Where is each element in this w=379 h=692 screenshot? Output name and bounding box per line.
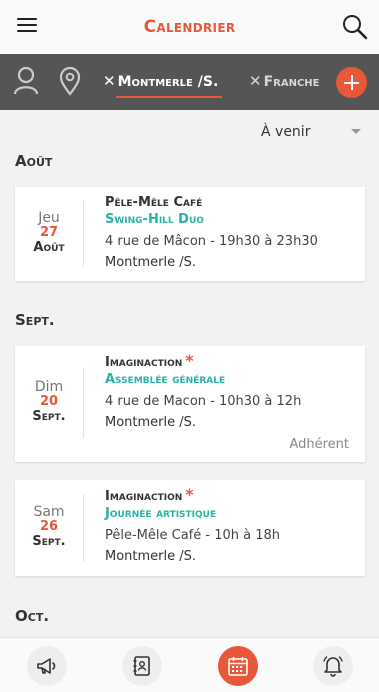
event-date: Sam 26 Sept.: [15, 504, 83, 550]
nav-announcements-button[interactable]: [27, 646, 67, 686]
event-info: Pêle-Mêle Café Swing-Hill Duo 4 rue de M…: [105, 194, 355, 271]
add-filter-button[interactable]: [336, 67, 367, 98]
search-icon[interactable]: [341, 13, 369, 41]
app-root: Calendrier ✕ Montmerle /S. ✕ Franche À ven…: [0, 0, 379, 692]
event-month: Sept.: [32, 534, 66, 549]
member-only-marker: *: [185, 485, 194, 504]
nav-calendar-button[interactable]: [218, 646, 258, 686]
user-icon[interactable]: [12, 66, 40, 96]
event-organizer: Imaginaction *: [105, 485, 355, 505]
calendar-icon: [228, 657, 248, 676]
event-weekday: Jeu: [38, 210, 60, 226]
filter-bar: ✕ Montmerle /S. ✕ Franche: [0, 54, 379, 110]
event-city: Montmerle /S.: [105, 255, 197, 270]
member-badge: Adhérent: [289, 437, 349, 452]
event-address: 4 rue de Mâcon - 19h30 à 23h30: [105, 234, 318, 249]
month-heading: Oct.: [15, 607, 50, 625]
nav-notifications-button[interactable]: [313, 646, 353, 686]
event-card[interactable]: Dim 20 Sept. Imaginaction * Assemblée gén…: [15, 346, 365, 462]
event-weekday: Sam: [33, 504, 65, 520]
event-card[interactable]: Sam 26 Sept. Imaginaction * Journée artis…: [15, 480, 365, 576]
event-title: Assemblée générale: [105, 372, 226, 387]
event-title: Swing-Hill Duo: [105, 212, 204, 227]
event-info: Imaginaction * Journée artistique Pêle-Mê…: [105, 485, 355, 565]
address-book-icon: [133, 656, 150, 676]
event-title: Journée artistique: [105, 506, 217, 521]
event-date: Dim 20 Sept.: [15, 379, 83, 425]
event-day: 26: [39, 519, 59, 534]
member-only-marker: *: [185, 351, 194, 370]
event-address: Pêle-Mêle Café - 10h à 18h: [105, 528, 280, 543]
bottom-nav: [0, 637, 379, 692]
megaphone-icon: [37, 658, 56, 674]
period-select-value: À venir: [261, 124, 311, 140]
remove-filter-icon[interactable]: ✕: [103, 72, 116, 90]
filter-chip-label: Montmerle /S.: [117, 74, 219, 90]
event-month: Sept.: [32, 409, 66, 424]
event-day: 20: [39, 394, 59, 409]
app-header: Calendrier: [0, 0, 379, 54]
filter-chip-franche[interactable]: ✕ Franche: [249, 72, 320, 94]
filter-chip-label: Franche: [263, 74, 320, 90]
active-chip-underline: [116, 96, 223, 98]
organizer-name: Imaginaction: [105, 489, 183, 504]
event-day: 27: [39, 225, 59, 240]
event-weekday: Dim: [34, 379, 64, 395]
event-month: Août: [33, 240, 65, 255]
chevron-down-icon: [351, 129, 361, 134]
period-select[interactable]: À venir: [261, 121, 365, 141]
event-date: Jeu 27 Août: [15, 210, 83, 256]
bell-icon: [323, 656, 343, 677]
filter-chip-montmerle[interactable]: ✕ Montmerle /S.: [103, 72, 223, 98]
remove-filter-icon[interactable]: ✕: [249, 72, 262, 90]
page-title: Calendrier: [143, 17, 236, 37]
month-heading: Sept.: [15, 311, 55, 329]
event-organizer: Imaginaction *: [105, 351, 355, 371]
divider: [83, 494, 84, 562]
event-city: Montmerle /S.: [105, 415, 197, 430]
map-pin-icon[interactable]: [58, 66, 82, 96]
event-card[interactable]: Jeu 27 Août Pêle-Mêle Café Swing-Hill Du…: [15, 187, 365, 281]
organizer-name: Imaginaction: [105, 355, 183, 370]
divider: [83, 201, 84, 267]
month-heading: Août: [15, 152, 53, 170]
divider: [83, 368, 84, 438]
organizer-name: Pêle-Mêle Café: [105, 195, 203, 210]
event-info: Imaginaction * Assemblée générale 4 rue d…: [105, 351, 355, 431]
event-organizer: Pêle-Mêle Café: [105, 194, 355, 211]
event-city: Montmerle /S.: [105, 549, 197, 564]
event-address: 4 rue de Macon - 10h30 à 12h: [105, 394, 302, 409]
nav-directory-button[interactable]: [122, 646, 162, 686]
